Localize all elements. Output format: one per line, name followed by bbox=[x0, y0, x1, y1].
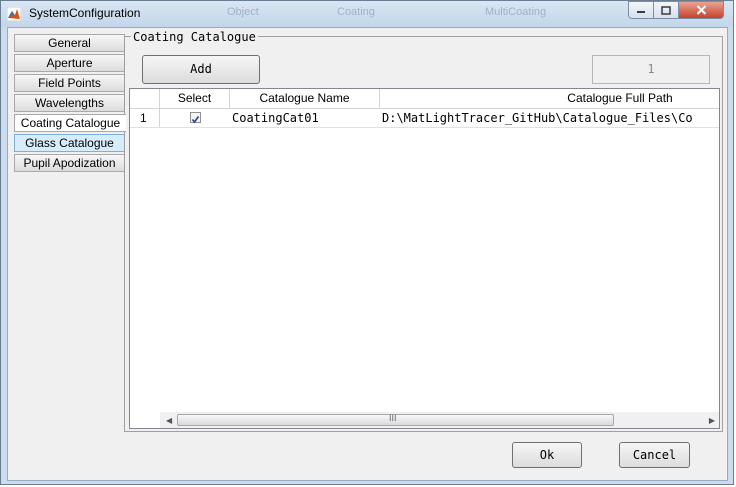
checkmark-icon bbox=[191, 116, 200, 124]
tab-glass-catalogue[interactable]: Glass Catalogue bbox=[14, 134, 125, 152]
catalogue-count-field[interactable]: 1 bbox=[592, 55, 710, 84]
background-ghost-label: Object bbox=[227, 6, 259, 18]
tab-field-points[interactable]: Field Points bbox=[14, 74, 125, 92]
column-header-catalogue-path[interactable]: Catalogue Full Path bbox=[380, 89, 719, 108]
background-ghost-label: MultiCoating bbox=[485, 6, 547, 18]
column-header-select[interactable]: Select bbox=[160, 89, 230, 108]
catalogue-path-cell[interactable]: D:\MatLightTracer_GitHub\Catalogue_Files… bbox=[381, 109, 719, 127]
tab-coating-catalogue[interactable]: Coating Catalogue bbox=[14, 114, 126, 132]
maximize-icon bbox=[661, 5, 671, 15]
select-checkbox[interactable] bbox=[190, 112, 201, 124]
cancel-button[interactable]: Cancel bbox=[619, 442, 690, 468]
column-header-index bbox=[130, 89, 160, 108]
system-configuration-window: Object Coating MultiCoating SystemConfig… bbox=[0, 0, 734, 485]
minimize-button[interactable] bbox=[628, 1, 654, 19]
tab-wavelengths[interactable]: Wavelengths bbox=[14, 94, 125, 112]
add-button[interactable]: Add bbox=[142, 55, 260, 84]
maximize-button[interactable] bbox=[653, 1, 679, 19]
ok-button[interactable]: Ok bbox=[512, 442, 582, 468]
dialog-body: General Aperture Field Points Wavelength… bbox=[7, 27, 728, 481]
close-button[interactable] bbox=[678, 1, 724, 19]
coating-catalogue-panel: Coating Catalogue Add 1 Select Catalogue… bbox=[124, 30, 723, 432]
scrollbar-thumb[interactable]: III bbox=[177, 413, 614, 426]
scroll-left-icon[interactable]: ◀ bbox=[166, 416, 172, 425]
scroll-right-icon[interactable]: ▶ bbox=[709, 416, 715, 425]
tab-pupil-apodization[interactable]: Pupil Apodization bbox=[14, 154, 125, 172]
catalogue-name-cell[interactable]: CoatingCat01 bbox=[231, 109, 379, 127]
title-bar[interactable]: Object Coating MultiCoating SystemConfig… bbox=[1, 1, 733, 27]
close-icon bbox=[696, 5, 706, 15]
panel-title: Coating Catalogue bbox=[131, 30, 258, 44]
catalogue-table[interactable]: Select Catalogue Name Catalogue Full Pat… bbox=[129, 88, 720, 429]
background-ghost-label: Coating bbox=[337, 6, 375, 18]
window-title: SystemConfiguration bbox=[29, 6, 141, 20]
minimize-icon bbox=[637, 11, 645, 13]
matlab-icon bbox=[6, 6, 22, 22]
column-header-catalogue-name[interactable]: Catalogue Name bbox=[230, 89, 380, 108]
tab-general[interactable]: General bbox=[14, 34, 125, 52]
horizontal-scrollbar[interactable]: ◀ III ▶ bbox=[160, 412, 719, 428]
table-row[interactable]: 1 CoatingCat01 D:\MatLightTracer_GitHub\… bbox=[130, 109, 719, 128]
tab-aperture[interactable]: Aperture bbox=[14, 54, 125, 72]
table-header: Select Catalogue Name Catalogue Full Pat… bbox=[130, 89, 719, 109]
scroll-grip: III bbox=[389, 413, 397, 423]
row-number: 1 bbox=[130, 109, 160, 127]
